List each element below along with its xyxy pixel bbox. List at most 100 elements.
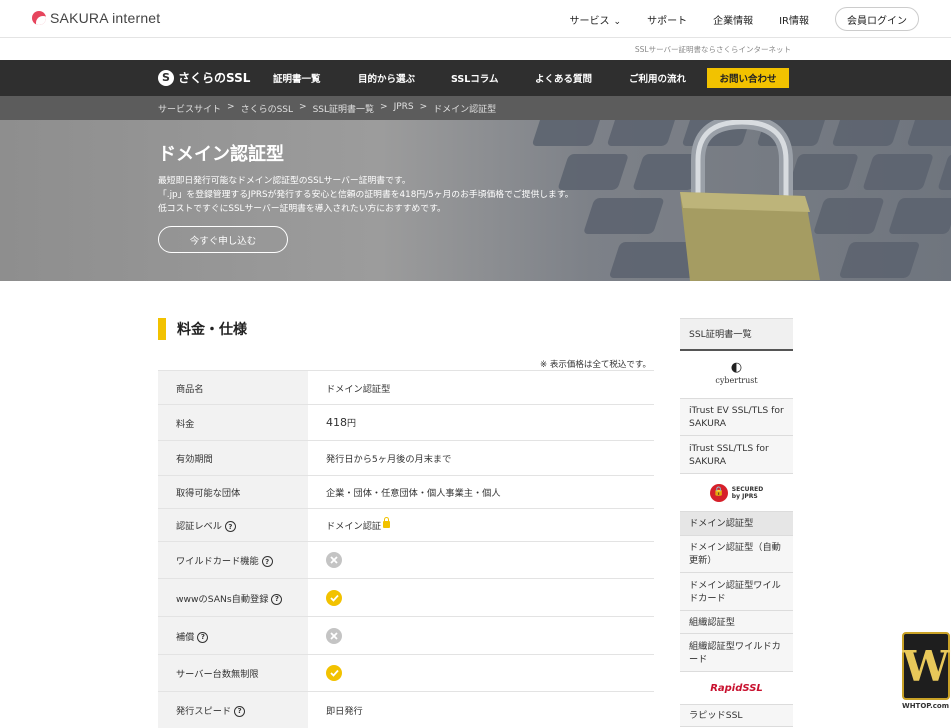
crumb-service-site[interactable]: サービスサイト [158,102,221,115]
auth-level-value: ドメイン認証 [326,521,382,532]
sakura-logo-icon [32,11,46,25]
hero-banner: ドメイン認証型 最短即日発行可能なドメイン認証型のSSLサーバー証明書です。 「… [0,120,951,281]
table-row: 有効期間 発行日から5ヶ月後の月末まで [158,440,654,476]
cybertrust-logo: ◐ cybertrust [680,351,793,399]
spec-value [308,654,654,692]
tagline: SSLサーバー証明書ならさくらインターネット [634,45,791,54]
spec-key-label: wwwのSANs自動登録 [176,593,269,605]
nav-ir[interactable]: IR情報 [779,12,809,27]
sidebar-item-domain-wildcard[interactable]: ドメイン認証型ワイルドカード [680,573,793,611]
nav-cert-list[interactable]: 証明書一覧 [273,71,358,85]
main-nav-items: 証明書一覧 目的から選ぶ SSLコラム よくある質問 ご利用の流れ [273,60,686,96]
spec-key-label: ワイルドカード機能 [176,556,259,567]
table-row: 認証レベル? ドメイン認証 [158,508,654,542]
watermark-mark: W [902,632,950,700]
lock-icon [383,517,391,528]
sidebar-heading[interactable]: SSL証明書一覧 [680,319,793,351]
spec-value: ドメイン認証 [308,508,654,542]
spec-key-label: 認証レベル [176,521,222,532]
tax-note: ※ 表示価格は全て税込です。 [540,360,651,370]
spec-key-label: 補償 [176,631,195,643]
crumb-separator: > [419,102,428,112]
table-row: 発行スピード? 即日発行 [158,691,654,728]
hero-description-line: 最短即日発行可能なドメイン認証型のSSLサーバー証明書です。 [158,176,411,186]
crumb-jprs[interactable]: JPRS [394,102,414,115]
sidebar-item-org-validation[interactable]: 組織認証型 [680,611,793,634]
table-row: wwwのSANs自動登録? [158,578,654,617]
member-login-button[interactable]: 会員ログイン [835,7,919,31]
crumb-separator: > [299,102,307,112]
whtop-watermark: W WHTOP.com [900,630,951,713]
table-row: サーバー台数無制限 [158,654,654,692]
rapidssl-logo: RapidSSL [680,672,793,705]
price-value: 418 [326,416,347,429]
table-row: 取得可能な団体 企業・団体・任意団体・個人事業主・個人 [158,475,654,509]
cross-icon [326,627,342,644]
help-icon[interactable]: ? [197,631,209,643]
sidebar-item-domain-auto-renew[interactable]: ドメイン認証型（自動更新） [680,536,793,573]
sidebar-item-itrust[interactable]: iTrust SSL/TLS for SAKURA [680,436,793,474]
keyboard-padlock-image [532,120,951,281]
spec-key: 商品名 [158,370,308,405]
section-title: 料金・仕様 [158,318,247,340]
table-row: ワイルドカード機能? [158,541,654,579]
spec-key: サーバー台数無制限 [158,654,308,692]
top-nav: サービス ⌄ サポート 企業情報 IR情報 会員ログイン [570,7,919,31]
help-icon[interactable]: ? [261,556,273,567]
spec-table: 商品名 ドメイン認証型 料金 418円 有効期間 発行日から5ヶ月後の月末まで … [158,370,654,728]
contact-button[interactable]: お問い合わせ [707,68,789,88]
nav-faq[interactable]: よくある質問 [535,71,629,85]
table-row: 商品名 ドメイン認証型 [158,370,654,405]
jprs-lock-icon: 🔒 [709,483,728,502]
sidebar-item-itrust-ev[interactable]: iTrust EV SSL/TLS for SAKURA [680,399,793,436]
help-icon[interactable]: ? [271,593,283,605]
chevron-down-icon: ⌄ [613,16,622,27]
spec-key-label: 発行スピード [176,705,232,717]
breadcrumb-bar: サービスサイト > さくらのSSL > SSL証明書一覧 > JPRS > ドメ… [0,96,951,120]
price-unit: 円 [347,419,357,429]
spec-value: 418円 [308,404,654,441]
nav-flow[interactable]: ご利用の流れ [629,71,686,85]
crumb-current: ドメイン認証型 [433,105,497,115]
nav-company[interactable]: 企業情報 [713,12,753,27]
rapidssl-logo-text: RapidSSL [710,682,763,694]
top-header: SAKURA internet サービス ⌄ サポート 企業情報 IR情報 会員ロ… [0,0,951,38]
check-icon [326,589,342,606]
spec-key: 認証レベル? [158,508,308,542]
crumb-sakura-ssl[interactable]: さくらのSSL [241,102,293,115]
sidebar: SSL証明書一覧 ◐ cybertrust iTrust EV SSL/TLS … [680,318,793,727]
nav-ssl-column[interactable]: SSLコラム [451,71,535,85]
spec-key: 補償? [158,616,308,655]
crumb-separator: > [227,102,235,112]
jprs-logo-top: SECURED [731,485,764,493]
nav-service[interactable]: サービス ⌄ [570,12,622,27]
main-nav: S さくらのSSL 証明書一覧 目的から選ぶ SSLコラム よくある質問 ご利用… [0,60,951,96]
sidebar-item-org-wildcard[interactable]: 組織認証型ワイルドカード [680,634,793,672]
spec-value [308,616,654,655]
crumb-separator: > [380,102,388,112]
spec-value [308,541,654,579]
hero-description-line: 「.jp」を登録管理するJPRSが発行する安心と信頼の証明書を418円/5ヶ月の… [158,190,574,200]
ssl-s-icon: S [158,69,174,86]
spec-key: 有効期間 [158,440,308,476]
spec-key: 料金 [158,404,308,441]
crumb-cert-list[interactable]: SSL証明書一覧 [313,102,374,115]
spec-key: 発行スピード? [158,691,308,728]
sakura-ssl-brand[interactable]: S さくらのSSL [158,69,250,86]
help-icon[interactable]: ? [224,521,236,532]
nav-by-purpose[interactable]: 目的から選ぶ [358,71,451,85]
sidebar-item-rapidssl[interactable]: ラピッドSSL [680,705,793,727]
table-row: 料金 418円 [158,404,654,441]
breadcrumb: サービスサイト > さくらのSSL > SSL証明書一覧 > JPRS > ドメ… [158,102,496,115]
sakura-logo[interactable]: SAKURA internet [32,10,160,26]
help-icon[interactable]: ? [234,705,246,717]
spec-value: 企業・団体・任意団体・個人事業主・個人 [308,475,654,509]
spec-key: ワイルドカード機能? [158,541,308,579]
apply-now-button[interactable]: 今すぐ申し込む [158,226,288,253]
sidebar-item-domain-validation[interactable]: ドメイン認証型 [680,512,793,536]
brand-label: さくらのSSL [178,71,251,85]
spec-key: wwwのSANs自動登録? [158,578,308,617]
nav-support[interactable]: サポート [647,12,687,27]
spec-value [308,578,654,617]
check-icon [326,665,342,681]
